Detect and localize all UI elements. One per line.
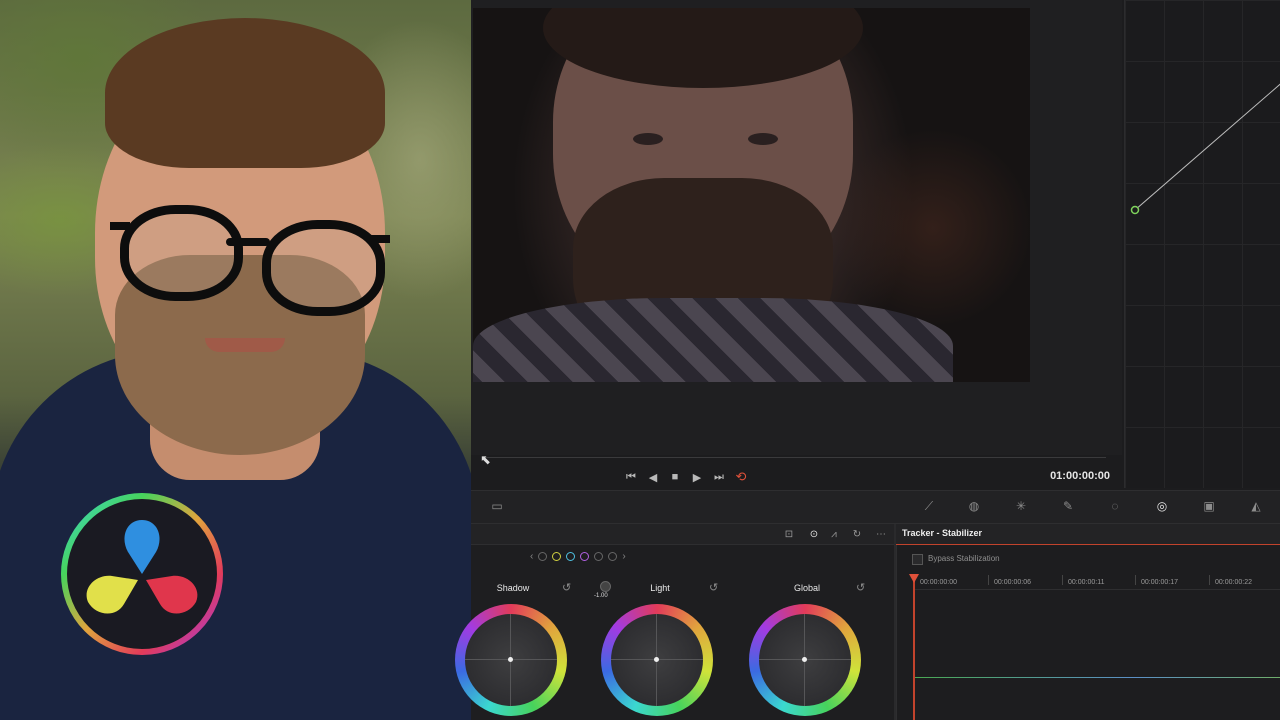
sizing-icon[interactable]: ◭ bbox=[1245, 497, 1267, 515]
tracking-data-line bbox=[915, 677, 1280, 678]
curve-control-point bbox=[1130, 205, 1140, 215]
mouse-cursor-icon: ⬉ bbox=[480, 452, 491, 467]
magic-mask-icon[interactable]: ◌ bbox=[1104, 497, 1126, 515]
split-icon[interactable]: ⊡ bbox=[780, 526, 798, 542]
tracker-playhead[interactable] bbox=[913, 576, 915, 720]
ruler-time-label: 00:00:00:00 bbox=[920, 579, 957, 586]
ruler-tick bbox=[1062, 575, 1063, 585]
key-icon[interactable]: ▣ bbox=[1198, 497, 1220, 515]
blur-icon[interactable]: ◎ bbox=[1151, 497, 1173, 515]
more-options-icon[interactable]: ⋯ bbox=[872, 526, 890, 542]
light-color-wheel[interactable] bbox=[601, 604, 713, 716]
page-dot[interactable] bbox=[552, 552, 562, 561]
ruler-time-label: 00:00:00:17 bbox=[1141, 579, 1178, 586]
ruler-time-label: 00:00:00:06 bbox=[994, 579, 1031, 586]
qualifier-icon[interactable]: ◍ bbox=[963, 497, 985, 515]
tracker-panel bbox=[896, 545, 1280, 720]
page-dot[interactable] bbox=[608, 552, 618, 561]
ruler-tick bbox=[1135, 575, 1136, 585]
curve-graph[interactable] bbox=[1125, 0, 1280, 488]
global-color-wheel[interactable] bbox=[749, 604, 861, 716]
skip-to-start-button[interactable]: ⏮ bbox=[620, 468, 642, 486]
bypass-stabilization-checkbox[interactable] bbox=[912, 554, 923, 565]
stop-button[interactable]: ■ bbox=[664, 468, 686, 486]
light-adjust-value: -1.00 bbox=[594, 593, 608, 599]
viewer-frame-image bbox=[473, 8, 1030, 382]
tracker-icon[interactable]: ✎ bbox=[1057, 497, 1079, 515]
global-wheel-label: Global bbox=[793, 583, 820, 593]
nav-prev-icon[interactable]: ‹ bbox=[530, 551, 533, 562]
wheels-page-nav: ‹ › bbox=[530, 551, 626, 562]
nav-next-icon[interactable]: › bbox=[622, 551, 625, 562]
ruler-time-label: 00:00:00:11 bbox=[1068, 579, 1105, 586]
page-dot[interactable] bbox=[580, 552, 590, 561]
ruler-tick bbox=[1209, 575, 1210, 585]
play-button[interactable]: ▶ bbox=[686, 468, 708, 486]
loop-button[interactable]: ⟲ bbox=[730, 468, 752, 486]
window-icon[interactable]: ✳ bbox=[1010, 497, 1032, 515]
ruler-tick bbox=[988, 575, 989, 585]
curves-panel[interactable] bbox=[1124, 0, 1280, 488]
shadow-reset-icon[interactable]: ↺ bbox=[562, 581, 571, 594]
light-wheel-label: Light bbox=[650, 583, 670, 593]
ruler-time-label: 00:00:00:22 bbox=[1215, 579, 1252, 586]
wheels-mode-icon[interactable]: ⊙ bbox=[805, 526, 823, 542]
bypass-stabilization-label: Bypass Stabilization bbox=[928, 554, 1000, 563]
page-dot[interactable] bbox=[566, 552, 576, 561]
bars-mode-icon[interactable]: ⩘ bbox=[825, 526, 843, 542]
global-reset-icon[interactable]: ↺ bbox=[856, 581, 865, 594]
shadow-color-wheel[interactable] bbox=[455, 604, 567, 716]
reverse-play-button[interactable]: ◀ bbox=[642, 468, 664, 486]
page-dot[interactable] bbox=[538, 552, 548, 561]
tracker-panel-title: Tracker - Stabilizer bbox=[902, 528, 983, 538]
skip-to-end-button[interactable]: ⏭ bbox=[708, 468, 730, 486]
davinci-resolve-logo bbox=[61, 493, 223, 655]
light-adjust-knob[interactable] bbox=[600, 581, 611, 592]
playhead-handle[interactable] bbox=[909, 574, 919, 583]
timeline-scrubber[interactable] bbox=[485, 457, 1106, 458]
viewer-mode-icon[interactable]: ▭ bbox=[486, 497, 508, 515]
reset-all-icon[interactable]: ↻ bbox=[848, 526, 866, 542]
viewer-timecode: 01:00:00:00 bbox=[1050, 470, 1110, 482]
shadow-wheel-label: Shadow bbox=[496, 583, 530, 593]
curves-icon[interactable]: ⟋ bbox=[918, 497, 940, 515]
light-reset-icon[interactable]: ↺ bbox=[709, 581, 718, 594]
page-dot[interactable] bbox=[594, 552, 604, 561]
transport-controls: ⏮ ◀ ■ ▶ ⏭ ⟲ bbox=[620, 468, 752, 486]
